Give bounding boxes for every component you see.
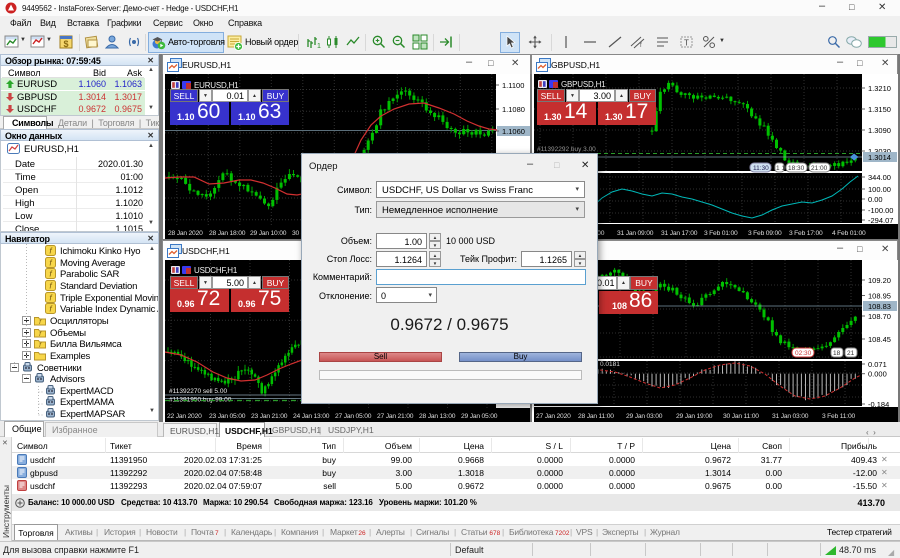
svg-text:27 Jan 05:00: 27 Jan 05:00: [335, 413, 372, 420]
svg-text:02:30: 02:30: [795, 350, 812, 357]
svg-text:#11392270 sell 5.00: #11392270 sell 5.00: [169, 388, 227, 395]
svg-text:22 Jan 2020: 22 Jan 2020: [167, 413, 202, 420]
svg-text:31 Jan 09:00: 31 Jan 09:00: [617, 230, 654, 237]
svg-text:108.70: 108.70: [868, 312, 891, 321]
svg-text:21:00: 21:00: [811, 165, 828, 172]
svg-text:T: T: [684, 39, 689, 48]
svg-text:100.00: 100.00: [868, 185, 891, 194]
svg-text:1.3014: 1.3014: [868, 153, 891, 162]
svg-text:27 Jan 21:00: 27 Jan 21:00: [377, 413, 414, 420]
svg-text:0.000: 0.000: [868, 370, 887, 379]
svg-text:28 Jan 11:00: 28 Jan 11:00: [578, 413, 614, 420]
svg-text:28 Jan 18:00: 28 Jan 18:00: [209, 230, 246, 237]
svg-text:1: 1: [317, 43, 321, 50]
svg-text:31 Jan 03:00: 31 Jan 03:00: [772, 413, 809, 420]
svg-text:0.071: 0.071: [868, 360, 887, 369]
svg-text:109.20: 109.20: [868, 276, 891, 285]
svg-text:344.00: 344.00: [868, 173, 891, 182]
svg-text:108.95: 108.95: [868, 292, 891, 301]
svg-text:1.1060: 1.1060: [502, 127, 525, 136]
svg-text:1.3090: 1.3090: [868, 126, 891, 135]
svg-text:4 Feb 01:00: 4 Feb 01:00: [832, 230, 866, 237]
svg-text:21: 21: [847, 350, 855, 357]
svg-text:3 Feb 11:00: 3 Feb 11:00: [822, 413, 855, 420]
svg-text:-0.184: -0.184: [868, 400, 889, 409]
svg-text:1.1100: 1.1100: [502, 81, 524, 90]
svg-text:-294.07: -294.07: [868, 216, 893, 225]
svg-text:30 Jan 11:00: 30 Jan 11:00: [723, 413, 759, 420]
svg-text:0.00: 0.00: [868, 195, 883, 204]
svg-text:1.3150: 1.3150: [868, 105, 891, 114]
svg-text:29 Jan 03:00: 29 Jan 03:00: [626, 413, 663, 420]
svg-text:3 Feb 09:00: 3 Feb 09:00: [748, 230, 782, 237]
svg-text:29 Jan 19:00: 29 Jan 19:00: [676, 413, 713, 420]
svg-text:f: f: [640, 43, 642, 49]
svg-text:31 Jan 17:00: 31 Jan 17:00: [661, 230, 698, 237]
svg-text:-100.00: -100.00: [868, 206, 893, 215]
svg-text:24 Jan 13:00: 24 Jan 13:00: [293, 413, 330, 420]
svg-text:29 Jan 05:00: 29 Jan 05:00: [461, 413, 498, 420]
svg-text:27 Jan 2020: 27 Jan 2020: [536, 413, 571, 420]
svg-text:1 1: 1 1: [776, 165, 785, 172]
svg-text:18:30: 18:30: [788, 165, 805, 172]
svg-text:18: 18: [833, 350, 841, 357]
svg-text:#11392292 buy 3.00: #11392292 buy 3.00: [537, 146, 596, 153]
svg-text:23 Jan 21:00: 23 Jan 21:00: [251, 413, 288, 420]
svg-text:0.0181: 0.0181: [600, 361, 620, 368]
svg-text:11:30: 11:30: [753, 165, 769, 172]
svg-text:1.3210: 1.3210: [868, 84, 891, 93]
svg-text:28 Jan 13:00: 28 Jan 13:00: [419, 413, 456, 420]
svg-text:3 Feb 17:00: 3 Feb 17:00: [789, 230, 823, 237]
svg-text:108.45: 108.45: [868, 335, 891, 344]
svg-text:29 Jan 10:00: 29 Jan 10:00: [250, 230, 287, 237]
svg-text:1.1080: 1.1080: [502, 105, 525, 114]
svg-text:3 Feb 01:00: 3 Feb 01:00: [704, 230, 738, 237]
svg-text:28 Jan 2020: 28 Jan 2020: [168, 230, 203, 237]
svg-text:23 Jan 05:00: 23 Jan 05:00: [209, 413, 246, 420]
svg-text:$: $: [63, 39, 68, 49]
svg-text:108.83: 108.83: [868, 302, 891, 311]
